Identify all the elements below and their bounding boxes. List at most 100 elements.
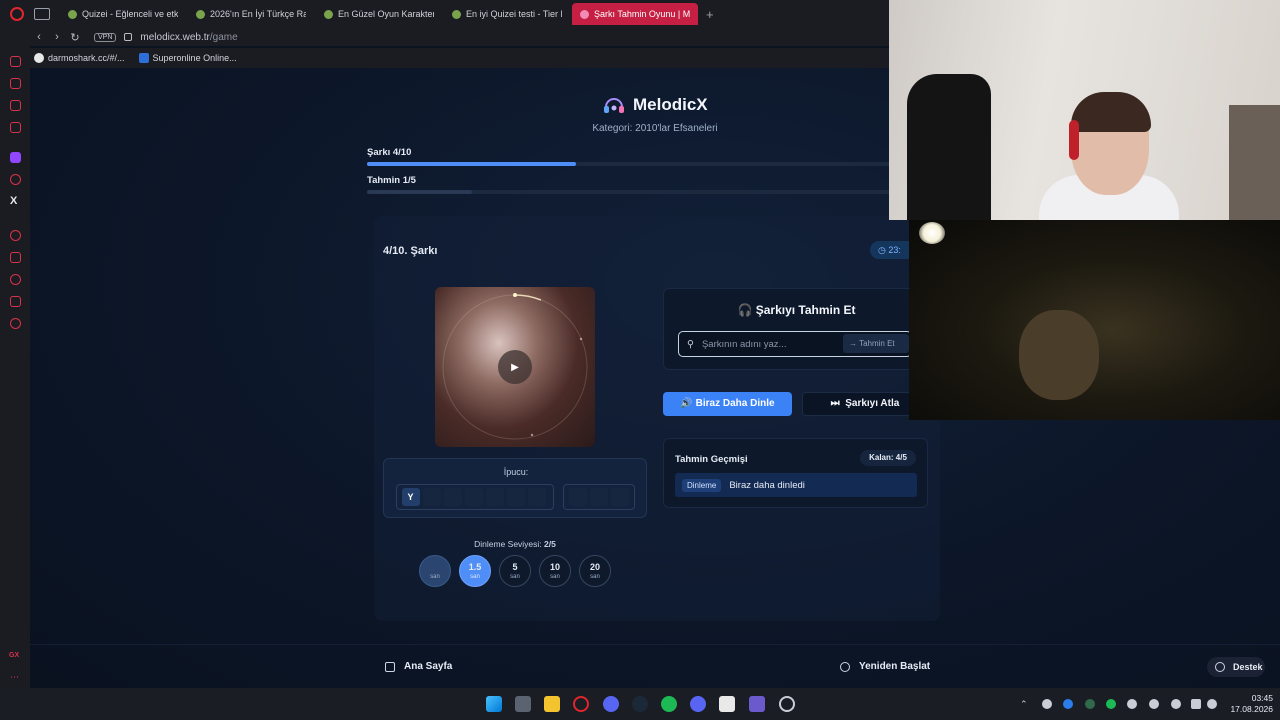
song-progress-label: Şarkı 4/10 xyxy=(367,147,412,158)
url-host[interactable]: melodicx.web.tr xyxy=(140,32,209,43)
guess-progress-label: Tahmin 1/5 xyxy=(367,175,416,186)
play-icon: ▶ xyxy=(511,361,519,373)
bookmark[interactable]: Superonline Online... xyxy=(138,53,237,63)
hint-letter-cell xyxy=(610,488,629,506)
browser-tab[interactable]: En iyi Quizei testi - Tier List xyxy=(444,3,570,25)
obs-icon[interactable] xyxy=(779,696,795,712)
restart-link[interactable]: Yeniden Başlat xyxy=(840,661,930,672)
new-tab-button[interactable]: + xyxy=(706,7,714,22)
remaining-badge: Kalan: 4/5 xyxy=(860,450,916,466)
search-icon: ⚲ xyxy=(687,338,694,350)
arrow-right-icon: → xyxy=(849,339,857,348)
settings-icon[interactable] xyxy=(10,318,21,329)
guess-submit-button[interactable]: → Tahmin Et xyxy=(843,334,909,353)
pinboard-icon[interactable] xyxy=(10,296,21,307)
tray-chevron-icon[interactable]: ⌃ xyxy=(1020,699,1030,709)
url-path[interactable]: /game xyxy=(210,32,238,43)
song-progress-track xyxy=(367,162,890,166)
level-value: 1.5 xyxy=(468,562,482,572)
history-icon[interactable] xyxy=(10,274,21,285)
bookmark-favicon-icon xyxy=(34,53,44,63)
chair-shape xyxy=(907,74,991,220)
discount-icon[interactable] xyxy=(10,174,21,185)
forward-icon[interactable]: › xyxy=(48,31,66,43)
restart-icon xyxy=(840,661,850,672)
listening-level-2: 1.5 san xyxy=(459,555,491,587)
brand-name: MelodicX xyxy=(633,95,708,114)
level-value: 0.5 xyxy=(428,562,442,572)
tab-islands-icon[interactable] xyxy=(34,8,50,20)
history-title: Tahmin Geçmişi xyxy=(675,454,748,465)
microphone-icon[interactable] xyxy=(1171,699,1181,709)
shelf-shape xyxy=(1229,105,1280,220)
more-icon[interactable]: ⋯ xyxy=(10,672,19,683)
guess-history: Tahmin Geçmişi Kalan: 4/5 Dinleme Biraz … xyxy=(663,438,928,508)
clock-icon: ◷ xyxy=(878,245,886,255)
webcam-overlay-streamer xyxy=(889,0,1280,220)
hint-word xyxy=(563,484,635,510)
song-title: 4/10. Şarkı xyxy=(383,245,438,257)
gx-control-icon[interactable] xyxy=(10,56,21,67)
category-label: Kategori: 2010'lar Efsaneleri xyxy=(592,123,718,134)
favicon-icon xyxy=(452,9,461,19)
app-icon[interactable] xyxy=(719,696,735,712)
start-icon[interactable] xyxy=(486,696,502,712)
tray-icon[interactable] xyxy=(1042,699,1052,709)
home-icon xyxy=(385,661,395,672)
discord-canary-icon[interactable] xyxy=(690,696,706,712)
favicon-icon xyxy=(196,9,205,19)
task-view-icon[interactable] xyxy=(515,696,531,712)
tray-icon[interactable] xyxy=(1085,699,1095,709)
gx-corner-icon[interactable] xyxy=(10,78,21,89)
back-icon[interactable]: ‹ xyxy=(30,31,48,43)
steam-icon[interactable] xyxy=(632,696,648,712)
music-icon[interactable] xyxy=(10,122,21,133)
browser-tab[interactable]: 2026'ın En İyi Türkçe Rap xyxy=(188,3,314,25)
guess-placeholder: Şarkının adını yaz... xyxy=(701,338,787,350)
network-icon[interactable] xyxy=(1191,699,1201,709)
hint-letter-cell xyxy=(527,488,546,506)
x-twitter-icon[interactable]: X xyxy=(10,196,21,207)
hint-box: İpucu: Y xyxy=(383,458,647,518)
steam-tray-icon[interactable] xyxy=(1127,699,1137,709)
spotify-icon[interactable] xyxy=(661,696,677,712)
browser-tab[interactable]: Quizei - Eğlenceli ve etkile xyxy=(60,3,186,25)
app-icon[interactable] xyxy=(749,696,765,712)
discord-icon[interactable] xyxy=(603,696,619,712)
brand-logo[interactable]: MelodicX xyxy=(603,95,708,115)
vpn-badge[interactable]: VPN xyxy=(94,32,117,42)
twitch-icon[interactable] xyxy=(10,152,21,163)
headset-shape xyxy=(1069,120,1079,160)
extensions-icon[interactable] xyxy=(10,252,21,263)
opera-logo-icon[interactable] xyxy=(10,7,24,21)
guess-progress-track xyxy=(367,190,890,194)
webcam-overlay-secondary xyxy=(909,220,1280,420)
file-explorer-icon[interactable] xyxy=(544,696,560,712)
messenger-icon[interactable] xyxy=(10,100,21,111)
reload-icon[interactable]: ↻ xyxy=(66,31,84,44)
home-link[interactable]: Ana Sayfa xyxy=(385,661,452,672)
player-icon[interactable] xyxy=(10,230,21,241)
guess-input[interactable]: ⚲ Şarkının adını yaz... → Tahmin Et xyxy=(678,331,912,357)
hint-letter-cell xyxy=(443,488,462,506)
volume-icon[interactable] xyxy=(1149,699,1159,709)
play-button[interactable]: ▶ xyxy=(498,350,532,384)
hint-letter-cell xyxy=(589,488,608,506)
speaker-icon[interactable] xyxy=(1207,699,1217,709)
listen-more-button[interactable]: 🔊 Biraz Daha Dinle xyxy=(663,392,792,416)
guess-panel: 🎧 Şarkıyı Tahmin Et ⚲ Şarkının adını yaz… xyxy=(663,288,928,370)
listening-level-4: 10 san xyxy=(539,555,571,587)
browser-tab-active[interactable]: Şarkı Tahmin Oyunu | Melo xyxy=(572,3,698,25)
opera-gx-icon[interactable] xyxy=(573,696,589,712)
person-hair-shape xyxy=(1071,92,1151,132)
bookmark[interactable]: darmoshark.cc/#/... xyxy=(34,53,125,63)
bluetooth-icon[interactable] xyxy=(1063,699,1073,709)
spotify-tray-icon[interactable] xyxy=(1106,699,1116,709)
support-button[interactable]: Destek xyxy=(1207,657,1265,677)
history-tag: Dinleme xyxy=(682,478,722,492)
album-art[interactable]: ▶ xyxy=(435,287,595,447)
browser-tab[interactable]: En Güzel Oyun Karakteri (2 xyxy=(316,3,442,25)
system-clock[interactable]: 03:45 17.08.2026 xyxy=(1225,693,1273,715)
lock-icon[interactable] xyxy=(124,33,133,41)
level-unit: san xyxy=(590,574,600,580)
